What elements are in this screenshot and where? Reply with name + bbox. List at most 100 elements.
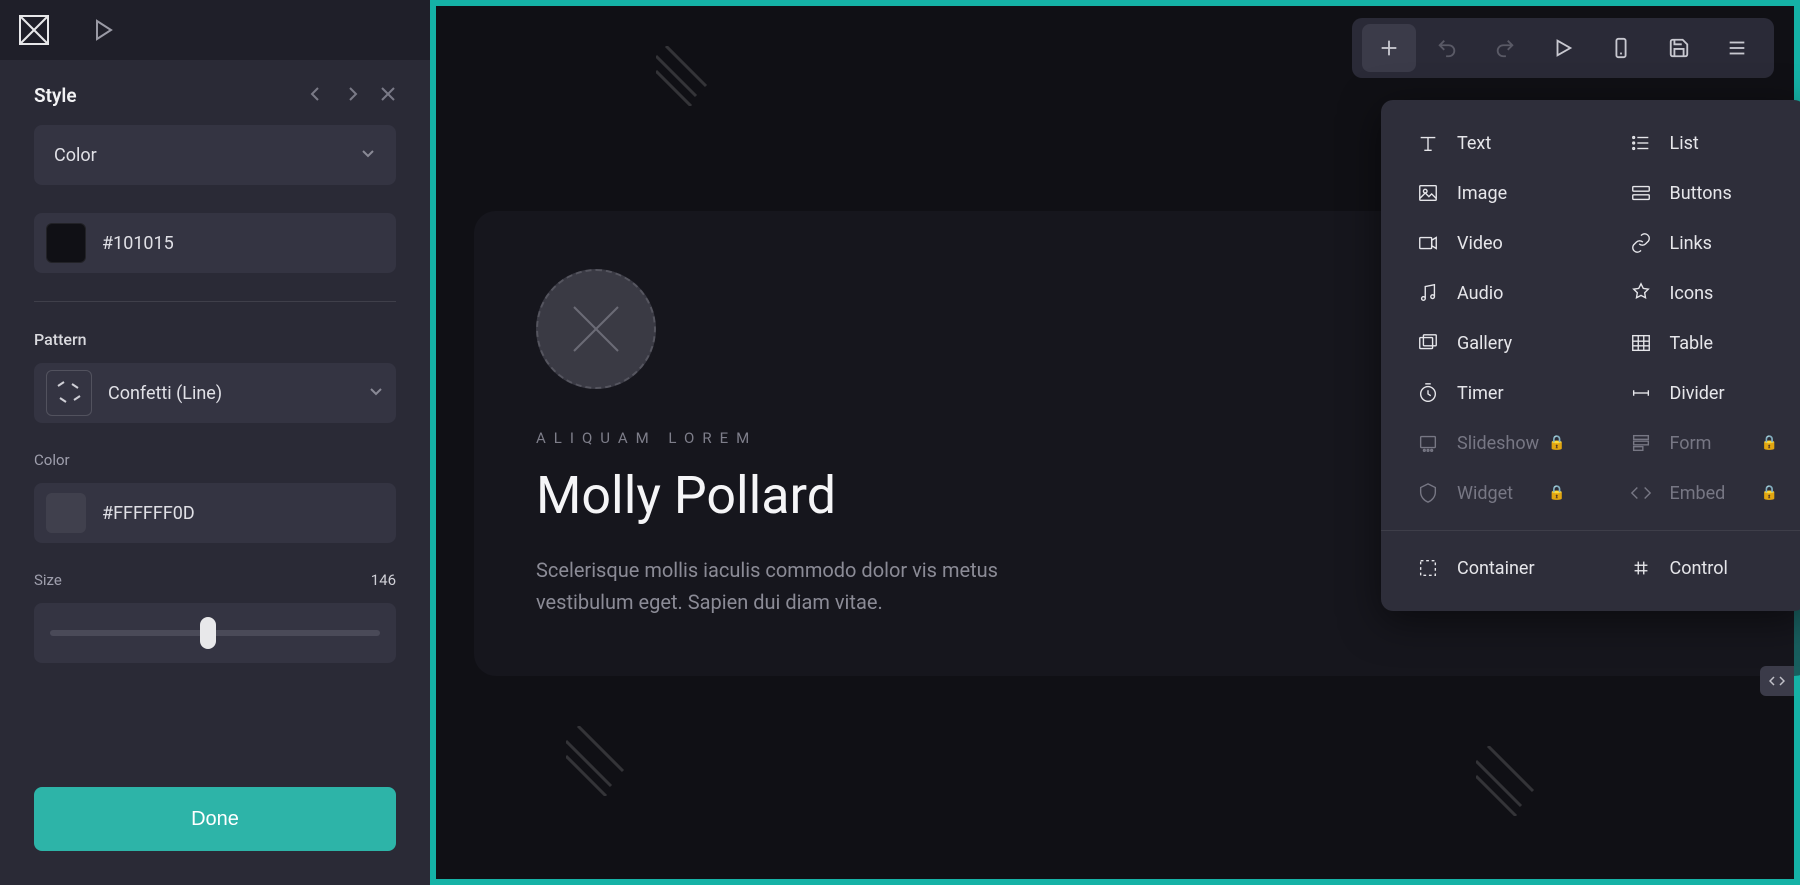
add-item-label: Icons bbox=[1670, 283, 1714, 304]
add-image-item[interactable]: Image bbox=[1381, 168, 1594, 218]
divider-icon bbox=[1630, 382, 1652, 404]
panel-forward-icon[interactable] bbox=[344, 86, 360, 106]
add-form-item: Form 🔒 bbox=[1594, 418, 1800, 468]
add-slideshow-item: Slideshow 🔒 bbox=[1381, 418, 1594, 468]
container-icon bbox=[1417, 557, 1439, 579]
redo-button[interactable] bbox=[1478, 24, 1532, 72]
add-container-item[interactable]: Container bbox=[1381, 543, 1594, 593]
slider-thumb[interactable] bbox=[200, 617, 216, 649]
body-text[interactable]: Scelerisque mollis iaculis commodo dolor… bbox=[536, 554, 1056, 618]
timer-icon bbox=[1417, 382, 1439, 404]
pattern-color-input[interactable]: #FFFFFF0D bbox=[34, 483, 396, 543]
icons-icon bbox=[1630, 282, 1652, 304]
add-audio-item[interactable]: Audio bbox=[1381, 268, 1594, 318]
add-icons-item[interactable]: Icons bbox=[1594, 268, 1800, 318]
section-divider bbox=[34, 301, 396, 302]
add-buttons-item[interactable]: Buttons bbox=[1594, 168, 1800, 218]
widget-icon bbox=[1417, 482, 1439, 504]
add-item-label: Gallery bbox=[1457, 333, 1512, 354]
video-icon bbox=[1417, 232, 1439, 254]
add-item-label: Container bbox=[1457, 558, 1535, 579]
add-divider-item[interactable]: Divider bbox=[1594, 368, 1800, 418]
size-slider[interactable] bbox=[34, 603, 396, 663]
mobile-preview-button[interactable] bbox=[1594, 24, 1648, 72]
text-icon bbox=[1417, 132, 1439, 154]
add-item-label: Video bbox=[1457, 233, 1503, 254]
add-list-item[interactable]: List bbox=[1594, 118, 1800, 168]
pattern-color-value: #FFFFFF0D bbox=[102, 503, 195, 524]
play-button[interactable] bbox=[1536, 24, 1590, 72]
pattern-select-value: Confetti (Line) bbox=[108, 383, 222, 404]
add-element-popover: Text List Image Buttons Video Links Audio Icons… bbox=[1381, 100, 1800, 611]
add-element-button[interactable] bbox=[1362, 24, 1416, 72]
pattern-select[interactable]: Confetti (Line) bbox=[34, 363, 396, 423]
list-icon bbox=[1630, 132, 1652, 154]
style-sidebar: Style Color #101015 Pattern bbox=[0, 0, 430, 885]
add-item-label: Form bbox=[1670, 433, 1712, 454]
style-type-value: Color bbox=[54, 145, 97, 166]
panel-nav bbox=[308, 86, 396, 106]
undo-button[interactable] bbox=[1420, 24, 1474, 72]
canvas: ALIQUAM LOREM Molly Pollard Scelerisque … bbox=[430, 0, 1800, 885]
menu-button[interactable] bbox=[1710, 24, 1764, 72]
add-gallery-item[interactable]: Gallery bbox=[1381, 318, 1594, 368]
save-button[interactable] bbox=[1652, 24, 1706, 72]
add-timer-item[interactable]: Timer bbox=[1381, 368, 1594, 418]
color-swatch-icon bbox=[46, 223, 86, 263]
devtools-toggle[interactable] bbox=[1760, 666, 1794, 696]
add-item-label: List bbox=[1670, 133, 1699, 154]
canvas-toolbar bbox=[1352, 18, 1774, 78]
add-item-label: Links bbox=[1670, 233, 1712, 254]
add-table-item[interactable]: Table bbox=[1594, 318, 1800, 368]
add-item-label: Table bbox=[1670, 333, 1714, 354]
pattern-color-label: Color bbox=[34, 451, 396, 469]
embed-icon bbox=[1630, 482, 1652, 504]
slideshow-icon bbox=[1417, 432, 1439, 454]
add-control-item[interactable]: Control bbox=[1594, 543, 1800, 593]
pattern-swatch-icon bbox=[46, 370, 92, 416]
buttons-icon bbox=[1630, 182, 1652, 204]
avatar-placeholder[interactable] bbox=[536, 269, 656, 389]
chevron-down-icon bbox=[360, 145, 376, 166]
style-color-value: #101015 bbox=[102, 233, 174, 254]
add-item-label: Divider bbox=[1670, 383, 1725, 404]
lock-icon: 🔒 bbox=[1548, 435, 1565, 451]
done-button[interactable]: Done bbox=[34, 787, 396, 851]
lock-icon: 🔒 bbox=[1548, 485, 1565, 501]
sidebar-top-bar bbox=[0, 0, 430, 60]
add-widget-item: Widget 🔒 bbox=[1381, 468, 1594, 518]
table-icon bbox=[1630, 332, 1652, 354]
panel-close-icon[interactable] bbox=[380, 86, 396, 106]
panel-back-icon[interactable] bbox=[308, 86, 324, 106]
lock-icon: 🔒 bbox=[1761, 435, 1778, 451]
panel-header: Style bbox=[0, 60, 430, 125]
popover-divider bbox=[1381, 530, 1800, 531]
add-item-label: Widget bbox=[1457, 483, 1513, 504]
style-color-input[interactable]: #101015 bbox=[34, 213, 396, 273]
add-video-item[interactable]: Video bbox=[1381, 218, 1594, 268]
app-logo-icon[interactable] bbox=[18, 14, 50, 46]
control-icon bbox=[1630, 557, 1652, 579]
preview-play-icon[interactable] bbox=[92, 18, 116, 42]
add-item-label: Text bbox=[1457, 133, 1491, 154]
style-type-select[interactable]: Color bbox=[34, 125, 396, 185]
panel-title: Style bbox=[34, 84, 77, 107]
add-embed-item: Embed🔒 bbox=[1594, 468, 1800, 518]
color-swatch-icon bbox=[46, 493, 86, 533]
links-icon bbox=[1630, 232, 1652, 254]
audio-icon bbox=[1417, 282, 1439, 304]
add-item-label: Buttons bbox=[1670, 183, 1732, 204]
image-icon bbox=[1417, 182, 1439, 204]
add-item-label: Slideshow bbox=[1457, 433, 1539, 454]
pattern-section-title: Pattern bbox=[34, 330, 396, 349]
add-item-label: Timer bbox=[1457, 383, 1504, 404]
form-icon bbox=[1630, 432, 1652, 454]
add-item-label: Control bbox=[1670, 558, 1728, 579]
gallery-icon bbox=[1417, 332, 1439, 354]
add-text-item[interactable]: Text bbox=[1381, 118, 1594, 168]
size-value: 146 bbox=[371, 571, 396, 589]
chevron-down-icon bbox=[368, 383, 384, 404]
add-links-item[interactable]: Links bbox=[1594, 218, 1800, 268]
add-item-label: Image bbox=[1457, 183, 1507, 204]
lock-icon: 🔒 bbox=[1761, 485, 1778, 501]
